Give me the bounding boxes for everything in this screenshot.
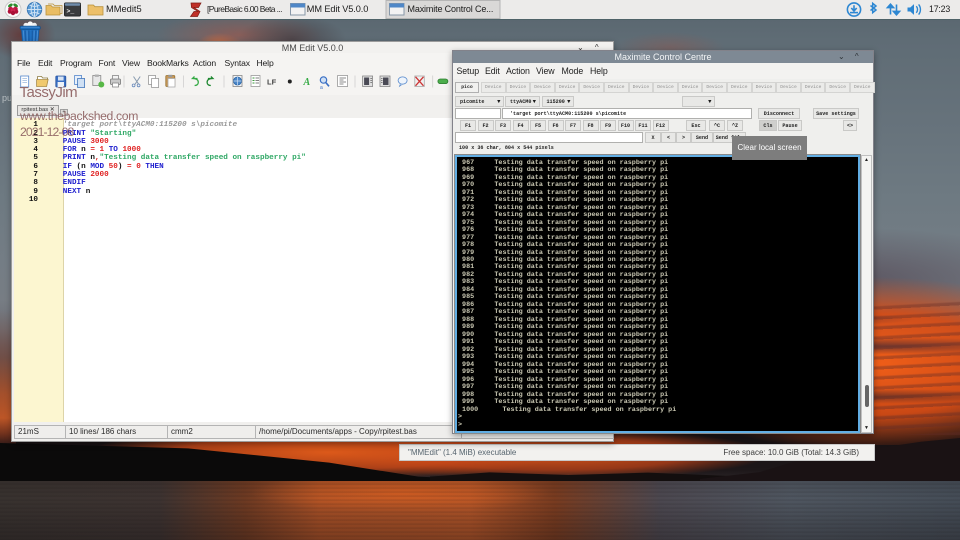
svg-text:>_: >_	[67, 8, 75, 15]
svg-text:A: A	[303, 77, 311, 88]
svg-text:LF: LF	[267, 78, 277, 87]
svg-text:a: a	[320, 85, 323, 91]
